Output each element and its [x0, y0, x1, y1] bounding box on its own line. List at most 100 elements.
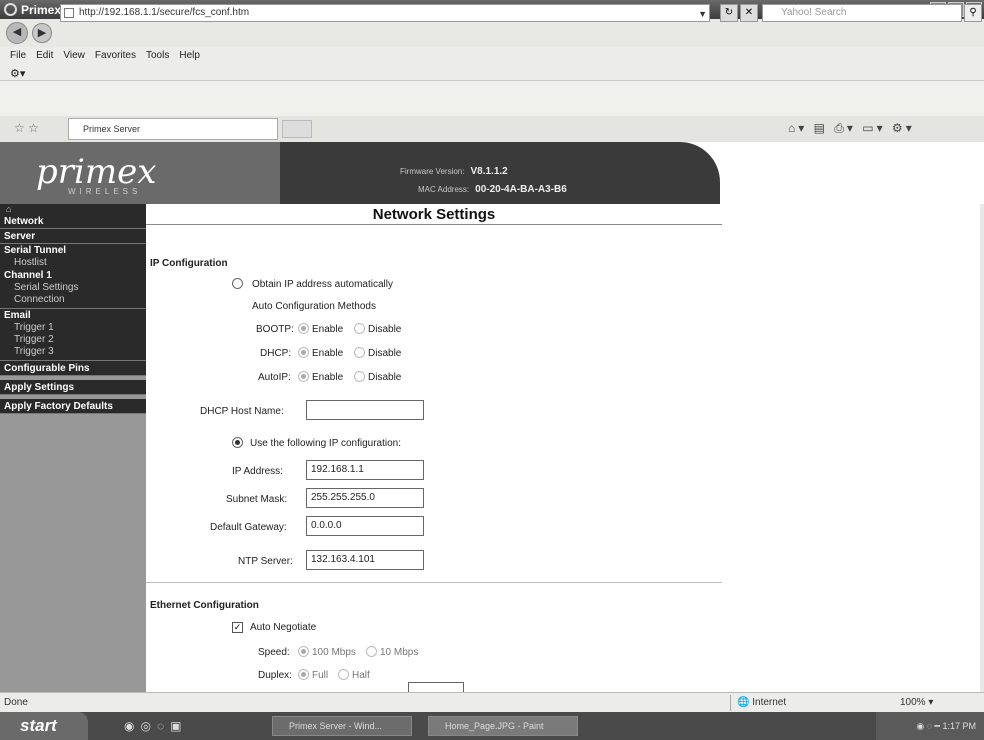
- stop-button[interactable]: ✕: [740, 4, 758, 22]
- menu-help[interactable]: Help: [179, 50, 200, 61]
- task-primex-server[interactable]: Primex Server - Wind...: [272, 716, 412, 736]
- gateway-input[interactable]: 0.0.0.0: [306, 516, 424, 536]
- zoom-level[interactable]: 100% ▾: [900, 697, 933, 708]
- chevron-down-icon[interactable]: ▼: [698, 6, 707, 22]
- sidebar-item-email[interactable]: Email: [0, 309, 146, 322]
- sidebar: ⌂ Network Server Serial Tunnel Hostlist …: [0, 204, 146, 692]
- speed-10-radio[interactable]: [366, 646, 377, 657]
- mac-value: 00-20-4A-BA-A3-B6: [475, 184, 567, 195]
- system-tray: ◉ ◌ ━ 1:17 PM: [876, 712, 984, 740]
- search-placeholder: Yahoo! Search: [781, 7, 847, 18]
- auto-methods-label: Auto Configuration Methods: [252, 301, 376, 312]
- search-icon[interactable]: ⚲: [964, 4, 982, 22]
- dhcp-enable-radio[interactable]: [298, 347, 309, 358]
- sidebar-group-email: Email Trigger 1 Trigger 2 Trigger 3: [0, 309, 146, 361]
- menu-edit[interactable]: Edit: [36, 50, 53, 61]
- task-label: Primex Server - Wind...: [289, 721, 383, 731]
- speed-label: Speed:: [258, 647, 290, 658]
- sidebar-item-server[interactable]: Server: [0, 229, 146, 244]
- duplex-full-radio[interactable]: [298, 669, 309, 680]
- dhcp-host-name-input[interactable]: [306, 400, 424, 420]
- scrollbar[interactable]: [980, 204, 984, 692]
- sidebar-item-hostlist[interactable]: Hostlist: [0, 257, 146, 269]
- tab-label: Primex Server: [83, 124, 141, 134]
- sidebar-item-trigger-3[interactable]: Trigger 3: [0, 346, 146, 358]
- tab-primex-server[interactable]: Primex Server: [68, 118, 278, 140]
- sidebar-item-trigger-1[interactable]: Trigger 1: [0, 322, 146, 334]
- ip-address-input[interactable]: 192.168.1.1: [306, 460, 424, 480]
- ethernet-config-heading: Ethernet Configuration: [150, 600, 259, 611]
- back-button[interactable]: ◀: [6, 22, 28, 44]
- sidebar-item-serial-tunnel[interactable]: Serial Tunnel: [0, 244, 146, 257]
- ntp-server-label: NTP Server:: [238, 556, 293, 567]
- start-label: start: [20, 716, 57, 735]
- sidebar-item-channel-1[interactable]: Channel 1: [0, 269, 146, 282]
- toolbar-spacer: [0, 81, 984, 116]
- subnet-mask-input[interactable]: 255.255.255.0: [306, 488, 424, 508]
- menu-favorites[interactable]: Favorites: [95, 50, 136, 61]
- autoip-enable-label: Enable: [312, 372, 344, 383]
- sidebar-group-serial-tunnel: Serial Tunnel Hostlist Channel 1 Serial …: [0, 244, 146, 309]
- subnet-mask-label: Subnet Mask:: [226, 494, 288, 505]
- obtain-auto-radio[interactable]: [232, 278, 243, 289]
- home-icon[interactable]: ⌂: [0, 204, 146, 214]
- primex-logo: primex: [36, 152, 157, 192]
- use-following-label: Use the following IP configuration:: [250, 438, 402, 449]
- firmware-info: Firmware Version: V8.1.1.2: [400, 166, 508, 177]
- ntp-server-input[interactable]: 132.163.4.101: [306, 550, 424, 570]
- menu-tools[interactable]: Tools: [146, 50, 169, 61]
- dhcp-disable-label: Disable: [368, 348, 402, 359]
- auto-negotiate-checkbox[interactable]: ✓: [232, 622, 243, 633]
- status-bar: Done 🌐 Internet 100% ▾: [0, 692, 984, 712]
- submit-button-partial[interactable]: [408, 682, 464, 692]
- autoip-label: AutoIP:: [258, 372, 291, 383]
- dhcp-disable-radio[interactable]: [354, 347, 365, 358]
- tool-icon[interactable]: ⚙▾: [10, 67, 25, 80]
- clock: 1:17 PM: [942, 721, 976, 731]
- sidebar-item-trigger-2[interactable]: Trigger 2: [0, 334, 146, 346]
- title-divider: [146, 224, 722, 225]
- duplex-half-radio[interactable]: [338, 669, 349, 680]
- section-divider: [146, 582, 722, 583]
- zone-label: Internet: [752, 697, 787, 708]
- refresh-button[interactable]: ↻: [720, 4, 738, 22]
- sidebar-item-configurable-pins[interactable]: Configurable Pins: [0, 361, 146, 376]
- mac-label: MAC Address:: [418, 185, 470, 194]
- sidebar-item-apply-factory-defaults[interactable]: Apply Factory Defaults: [0, 399, 146, 414]
- logo-subtitle: WIRELESS: [68, 187, 142, 196]
- security-zone: 🌐 Internet: [730, 695, 850, 711]
- status-text: Done: [4, 697, 28, 708]
- gateway-label: Default Gateway:: [210, 522, 287, 533]
- autoip-disable-radio[interactable]: [354, 371, 365, 382]
- web-page: primex WIRELESS Firmware Version: V8.1.1.…: [0, 142, 984, 692]
- task-paint[interactable]: Home_Page.JPG - Paint: [428, 716, 578, 736]
- favorites-star-icon[interactable]: ☆ ☆: [14, 121, 39, 135]
- search-input[interactable]: Yahoo! Search: [762, 4, 962, 22]
- autoip-enable-radio[interactable]: [298, 371, 309, 382]
- new-tab-button[interactable]: [282, 120, 312, 138]
- duplex-full-label: Full: [312, 670, 329, 681]
- bootp-enable-radio[interactable]: [298, 323, 309, 334]
- use-following-radio[interactable]: [232, 437, 243, 448]
- page-icon: [64, 8, 74, 18]
- dhcp-enable-label: Enable: [312, 348, 344, 359]
- sidebar-item-apply-settings[interactable]: Apply Settings: [0, 380, 146, 395]
- menu-view[interactable]: View: [63, 50, 85, 61]
- speed-100-radio[interactable]: [298, 646, 309, 657]
- quick-launch-icons[interactable]: ◉◎◌▣: [124, 719, 187, 733]
- sidebar-item-connection[interactable]: Connection: [0, 294, 146, 306]
- command-bar-icons[interactable]: ⌂▾ ▤ ⎙▾ ▭▾ ⚙▾: [788, 121, 915, 136]
- speed-100-label: 100 Mbps: [312, 647, 356, 658]
- start-button[interactable]: start: [0, 712, 88, 740]
- address-bar[interactable]: http://192.168.1.1/secure/fcs_conf.htm ▼: [60, 4, 710, 22]
- forward-button[interactable]: ▶: [32, 23, 52, 43]
- obtain-auto-label: Obtain IP address automatically: [252, 279, 394, 290]
- bootp-disable-radio[interactable]: [354, 323, 365, 334]
- main-content: Network Settings IP Configuration Obtain…: [146, 204, 722, 692]
- mac-info: MAC Address: 00-20-4A-BA-A3-B6: [418, 184, 567, 195]
- sidebar-item-serial-settings[interactable]: Serial Settings: [0, 282, 146, 294]
- firmware-value: V8.1.1.2: [470, 166, 508, 177]
- menu-file[interactable]: File: [10, 50, 26, 61]
- duplex-half-label: Half: [352, 670, 370, 681]
- sidebar-item-network[interactable]: Network: [0, 214, 146, 229]
